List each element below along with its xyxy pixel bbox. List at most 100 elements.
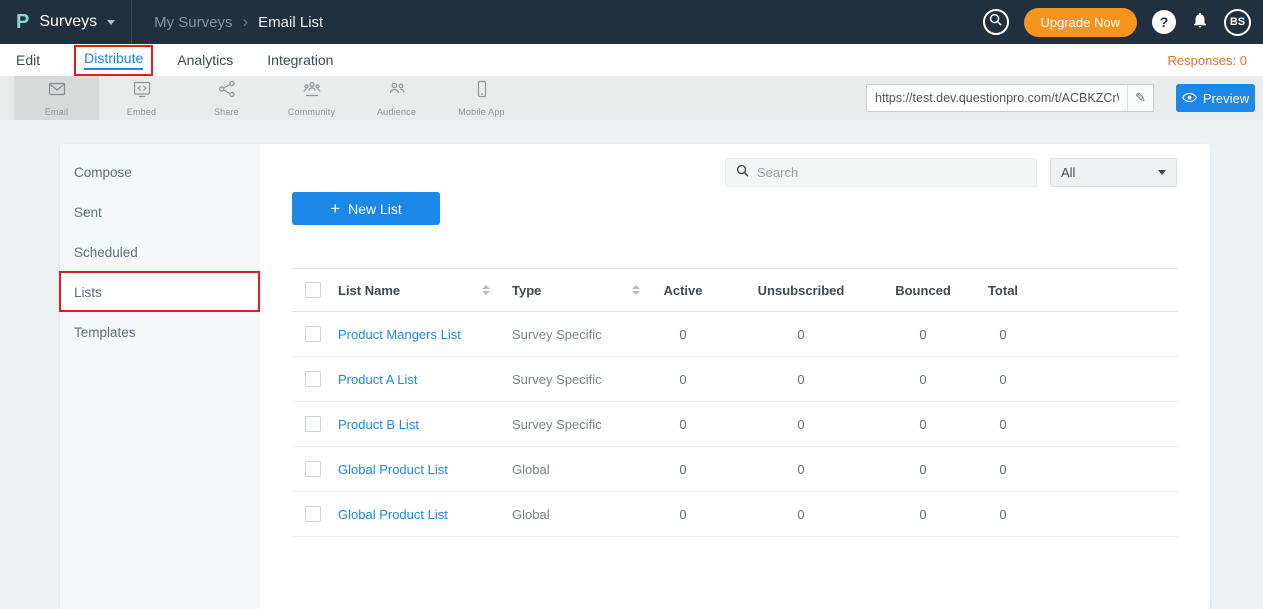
survey-url-input[interactable] xyxy=(867,85,1127,111)
email-lists-table: List Name Type Active Unsubscribed Bounc… xyxy=(292,268,1178,537)
sidebar-item-templates[interactable]: Templates xyxy=(60,312,260,352)
channel-community[interactable]: Community xyxy=(269,76,354,120)
distribute-annotation-box: Distribute xyxy=(74,45,153,76)
help-button[interactable]: ? xyxy=(1152,10,1176,34)
active-count: 0 xyxy=(652,507,714,522)
tab-edit[interactable]: Edit xyxy=(16,52,40,68)
bounced-count: 0 xyxy=(888,327,958,342)
filter-value: All xyxy=(1061,165,1075,180)
eye-icon xyxy=(1182,91,1197,106)
list-type: Survey Specific xyxy=(502,327,652,342)
channel-label: Embed xyxy=(127,107,157,117)
column-header-type[interactable]: Type xyxy=(512,283,541,298)
questionpro-logo-icon: P xyxy=(16,11,29,34)
tab-analytics[interactable]: Analytics xyxy=(177,52,233,68)
list-type: Global xyxy=(502,462,652,477)
total-count: 0 xyxy=(958,507,1048,522)
list-name-link[interactable]: Global Product List xyxy=(326,507,502,522)
list-type: Survey Specific xyxy=(502,417,652,432)
search-button[interactable] xyxy=(983,9,1009,35)
list-name-link[interactable]: Product B List xyxy=(326,417,502,432)
new-list-button[interactable]: + New List xyxy=(292,192,440,225)
row-checkbox[interactable] xyxy=(305,371,321,387)
survey-nav-bar: Edit Distribute Analytics Integration Re… xyxy=(0,44,1263,76)
notifications-button[interactable] xyxy=(1191,11,1209,34)
channel-label: Share xyxy=(214,107,239,117)
row-checkbox[interactable] xyxy=(305,326,321,342)
bounced-count: 0 xyxy=(888,372,958,387)
total-count: 0 xyxy=(958,417,1048,432)
sidebar-item-scheduled[interactable]: Scheduled xyxy=(60,232,260,272)
list-name-link[interactable]: Product Mangers List xyxy=(326,327,502,342)
sidebar-item-compose[interactable]: Compose xyxy=(60,152,260,192)
breadcrumb-current: Email List xyxy=(258,14,323,31)
column-header-bounced: Bounced xyxy=(888,283,958,298)
sidebar-item-lists[interactable]: Lists xyxy=(60,272,260,312)
topbar-actions: Upgrade Now ? BS xyxy=(983,8,1252,37)
bounced-count: 0 xyxy=(888,462,958,477)
row-checkbox[interactable] xyxy=(305,416,321,432)
breadcrumb-parent[interactable]: My Surveys xyxy=(154,14,232,31)
unsubscribed-count: 0 xyxy=(714,327,888,342)
sort-icon[interactable] xyxy=(482,285,490,295)
responses-count[interactable]: Responses: 0 xyxy=(1168,53,1248,68)
community-people-icon xyxy=(302,79,322,104)
column-header-list-name[interactable]: List Name xyxy=(338,283,400,298)
column-header-unsubscribed: Unsubscribed xyxy=(714,283,888,298)
channel-label: Audience xyxy=(377,107,416,117)
edit-url-pencil-icon[interactable]: ✎ xyxy=(1127,85,1153,111)
channel-audience[interactable]: Audience xyxy=(354,76,439,120)
column-header-active: Active xyxy=(652,283,714,298)
active-count: 0 xyxy=(652,462,714,477)
list-name-link[interactable]: Product A List xyxy=(326,372,502,387)
list-search-box xyxy=(725,158,1037,187)
tab-distribute[interactable]: Distribute xyxy=(84,50,143,70)
sort-icon[interactable] xyxy=(632,285,640,295)
channel-mobile-app[interactable]: Mobile App xyxy=(439,76,524,120)
channel-label: Email xyxy=(45,107,69,117)
mobile-phone-icon xyxy=(472,79,492,104)
email-sidebar: Compose Sent Scheduled Lists Templates xyxy=(60,144,260,609)
sidebar-item-sent[interactable]: Sent xyxy=(60,192,260,232)
channel-embed[interactable]: Embed xyxy=(99,76,184,120)
email-lists-panel: Compose Sent Scheduled Lists Templates A… xyxy=(60,144,1210,609)
table-row: Product B List Survey Specific 0 0 0 0 xyxy=(292,402,1178,447)
table-row: Product Mangers List Survey Specific 0 0… xyxy=(292,312,1178,357)
upgrade-now-button[interactable]: Upgrade Now xyxy=(1024,8,1138,37)
channel-email[interactable]: Email xyxy=(14,76,99,120)
list-name-link[interactable]: Global Product List xyxy=(326,462,502,477)
channel-label: Mobile App xyxy=(458,107,505,117)
plus-icon: + xyxy=(330,200,340,217)
list-type: Survey Specific xyxy=(502,372,652,387)
channel-share[interactable]: Share xyxy=(184,76,269,120)
column-header-total: Total xyxy=(958,283,1048,298)
active-count: 0 xyxy=(652,327,714,342)
total-count: 0 xyxy=(958,462,1048,477)
chevron-down-icon xyxy=(1158,170,1166,175)
top-bar: P Surveys My Surveys › Email List Upgrad… xyxy=(0,0,1263,44)
unsubscribed-count: 0 xyxy=(714,462,888,477)
list-search-input[interactable] xyxy=(757,165,1026,180)
list-type-filter-dropdown[interactable]: All xyxy=(1050,158,1177,187)
active-count: 0 xyxy=(652,372,714,387)
bounced-count: 0 xyxy=(888,507,958,522)
surveys-product-switcher[interactable]: P Surveys xyxy=(16,11,115,34)
tab-integration[interactable]: Integration xyxy=(267,52,333,68)
survey-url-field: ✎ xyxy=(866,84,1154,112)
breadcrumb: My Surveys › Email List xyxy=(154,12,323,32)
preview-button[interactable]: Preview xyxy=(1176,84,1255,112)
product-name: Surveys xyxy=(39,13,97,31)
row-checkbox[interactable] xyxy=(305,506,321,522)
unsubscribed-count: 0 xyxy=(714,372,888,387)
share-network-icon xyxy=(217,79,237,104)
search-icon xyxy=(736,164,749,182)
unsubscribed-count: 0 xyxy=(714,507,888,522)
table-row: Global Product List Global 0 0 0 0 xyxy=(292,492,1178,537)
embed-code-icon xyxy=(132,79,152,104)
total-count: 0 xyxy=(958,327,1048,342)
avatar[interactable]: BS xyxy=(1224,9,1251,36)
table-header-row: List Name Type Active Unsubscribed Bounc… xyxy=(292,268,1178,312)
row-checkbox[interactable] xyxy=(305,461,321,477)
topbar-divider xyxy=(131,0,132,44)
select-all-checkbox[interactable] xyxy=(305,282,321,298)
